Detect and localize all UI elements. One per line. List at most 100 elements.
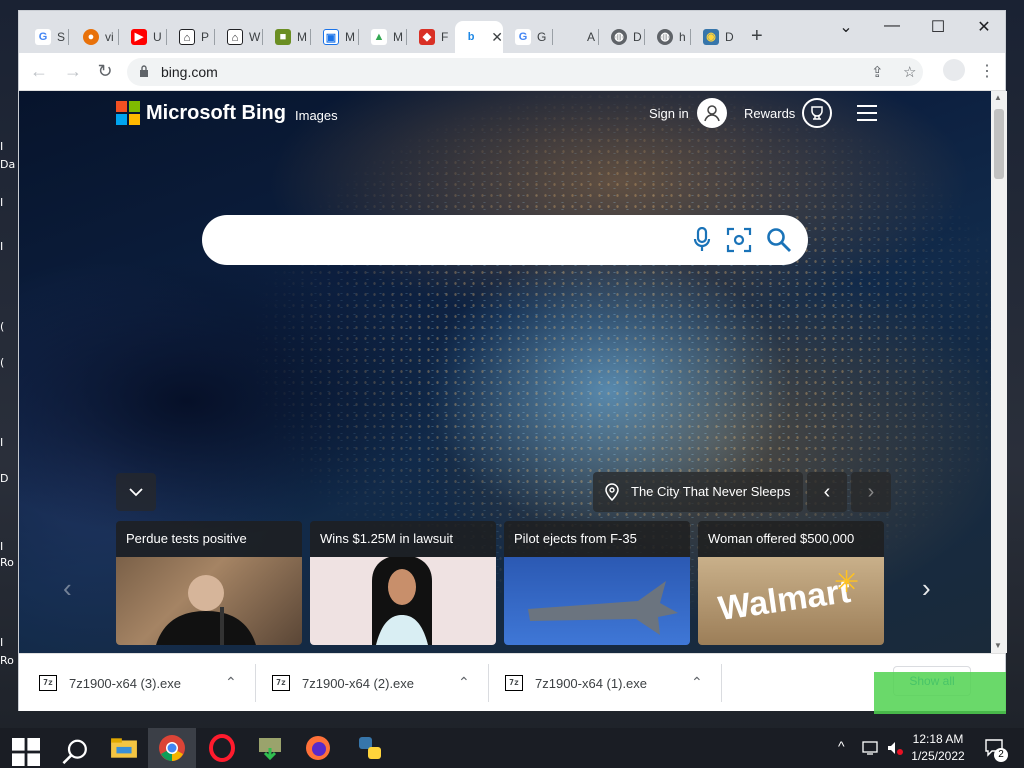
desktop-icon-label[interactable]: ( bbox=[0, 356, 4, 369]
images-link[interactable]: Images bbox=[295, 108, 338, 123]
search-input[interactable] bbox=[202, 215, 808, 265]
scroll-down-icon[interactable]: ▼ bbox=[994, 641, 1002, 650]
back-icon[interactable]: ← bbox=[27, 61, 51, 82]
microphone-icon[interactable] bbox=[692, 227, 712, 253]
tab-label: U bbox=[153, 30, 162, 44]
desktop-icon-label[interactable]: Ro bbox=[0, 556, 14, 569]
desktop-icon-label[interactable]: I bbox=[0, 240, 3, 253]
desktop-icon-label[interactable]: I bbox=[0, 140, 3, 153]
download-item[interactable]: 7z 7z1900-x64 (1).exe bbox=[505, 670, 647, 696]
share-icon[interactable]: ⇪ bbox=[871, 63, 884, 81]
news-next-icon[interactable]: › bbox=[922, 573, 931, 604]
previous-image-button[interactable]: ‹ bbox=[807, 472, 847, 512]
url-text[interactable]: bing.com bbox=[161, 64, 218, 80]
tab-label: vi bbox=[105, 30, 114, 44]
download-item[interactable]: 7z 7z1900-x64 (3).exe bbox=[39, 670, 181, 696]
reload-icon[interactable]: ↻ bbox=[93, 61, 117, 82]
tab-14[interactable]: ◉ D bbox=[691, 21, 741, 53]
desktop-icon-label[interactable]: Ro bbox=[0, 654, 14, 667]
lock-icon[interactable] bbox=[139, 65, 149, 77]
show-hidden-icons-icon[interactable]: ^ bbox=[838, 738, 845, 754]
tab-bing-active[interactable]: b ✕ bbox=[455, 21, 503, 53]
windows-start-icon[interactable] bbox=[12, 738, 40, 766]
firefox-icon[interactable] bbox=[304, 734, 332, 762]
tab-3[interactable]: ⌂ P bbox=[167, 21, 215, 53]
download-filename: 7z1900-x64 (3).exe bbox=[69, 675, 182, 691]
tab-4[interactable]: ⌂ W bbox=[215, 21, 263, 53]
download-item[interactable]: 7z 7z1900-x64 (2).exe bbox=[272, 670, 414, 696]
user-avatar-icon[interactable] bbox=[697, 98, 727, 128]
close-window-icon[interactable]: ✕ bbox=[961, 17, 1007, 37]
desktop-icon-label[interactable]: Da bbox=[0, 158, 15, 171]
tab-12[interactable]: ◍ D bbox=[599, 21, 645, 53]
desktop-icon-label[interactable]: ( bbox=[0, 320, 4, 333]
search-icon[interactable] bbox=[62, 738, 90, 766]
chevron-up-icon[interactable]: ⌃ bbox=[458, 674, 470, 691]
tab-13[interactable]: ◍ h bbox=[645, 21, 691, 53]
desktop-icon-label[interactable]: I bbox=[0, 436, 3, 449]
close-tab-icon[interactable]: ✕ bbox=[491, 29, 503, 46]
scroll-up-icon[interactable]: ▲ bbox=[994, 93, 1002, 102]
next-image-button[interactable]: › bbox=[851, 472, 891, 512]
clock-date[interactable]: 1/25/2022 bbox=[908, 749, 968, 763]
news-card[interactable]: Woman offered $500,000 Walmart ✳ bbox=[698, 521, 884, 645]
chevron-up-icon[interactable]: ⌃ bbox=[691, 674, 703, 691]
bing-logo[interactable]: Microsoft Bing bbox=[116, 101, 286, 125]
tab-11[interactable]: A bbox=[553, 21, 599, 53]
download-separator bbox=[488, 664, 489, 702]
download-separator bbox=[255, 664, 256, 702]
installer-icon[interactable] bbox=[256, 734, 284, 762]
new-tab-icon[interactable]: + bbox=[751, 25, 763, 48]
tab-search-icon[interactable]: ⌄ bbox=[823, 17, 869, 37]
more-menu-icon[interactable]: ⋮ bbox=[979, 61, 995, 81]
desktop-icon-label[interactable]: I bbox=[0, 196, 3, 209]
opera-icon[interactable] bbox=[208, 734, 236, 762]
museum-icon: ⌂ bbox=[227, 29, 243, 45]
brand-text: Microsoft Bing bbox=[146, 101, 286, 124]
news-previous-icon[interactable]: ‹ bbox=[63, 573, 72, 604]
window-icon: ▣ bbox=[323, 29, 339, 45]
tab-label: D bbox=[725, 30, 734, 44]
python-icon[interactable] bbox=[356, 734, 384, 762]
desktop-icon-label[interactable]: I bbox=[0, 636, 3, 649]
sign-in-link[interactable]: Sign in bbox=[649, 106, 689, 121]
tab-6[interactable]: ▣ M bbox=[311, 21, 359, 53]
desktop-icon-label[interactable]: D bbox=[0, 472, 8, 485]
clock-time[interactable]: 12:18 AM bbox=[908, 732, 968, 746]
visual-search-icon[interactable] bbox=[726, 227, 752, 253]
chrome-icon[interactable] bbox=[158, 734, 186, 762]
scrollbar-thumb[interactable] bbox=[994, 109, 1004, 179]
chevron-up-icon[interactable]: ⌃ bbox=[225, 674, 237, 691]
forward-icon[interactable]: → bbox=[61, 61, 85, 82]
overlay-widget[interactable] bbox=[874, 672, 1006, 714]
tab-2[interactable]: ▶ U bbox=[119, 21, 167, 53]
volume-muted-icon[interactable] bbox=[886, 740, 904, 756]
rewards-trophy-icon[interactable] bbox=[802, 98, 832, 128]
collapse-feed-button[interactable] bbox=[116, 473, 156, 511]
tab-1[interactable]: ● vi bbox=[71, 21, 119, 53]
maximize-icon[interactable]: ☐ bbox=[915, 17, 961, 37]
file-explorer-icon[interactable] bbox=[110, 734, 138, 762]
tab-10[interactable]: GG bbox=[503, 21, 553, 53]
address-bar[interactable]: bing.com ⇪ ☆ bbox=[127, 58, 923, 86]
google-drive-icon: ▲ bbox=[371, 29, 387, 45]
tab-0[interactable]: GS bbox=[23, 21, 69, 53]
news-card[interactable]: Pilot ejects from F-35 bbox=[504, 521, 690, 645]
search-icon[interactable] bbox=[766, 227, 792, 253]
walmart-spark-icon: ✳ bbox=[834, 566, 860, 599]
hamburger-menu-icon[interactable] bbox=[857, 105, 877, 126]
tab-8[interactable]: ◆ F bbox=[407, 21, 455, 53]
rewards-link[interactable]: Rewards bbox=[744, 106, 795, 121]
tab-7[interactable]: ▲ M bbox=[359, 21, 407, 53]
flipboard-icon: ◆ bbox=[419, 29, 435, 45]
desktop-icon-label[interactable]: I bbox=[0, 540, 3, 553]
news-card[interactable]: Perdue tests positive bbox=[116, 521, 302, 645]
bookmark-star-icon[interactable]: ☆ bbox=[903, 63, 916, 81]
profile-avatar-icon[interactable] bbox=[943, 59, 965, 81]
tab-5[interactable]: ■ M bbox=[263, 21, 311, 53]
vertical-scrollbar[interactable]: ▲ ▼ bbox=[991, 91, 1007, 653]
network-icon[interactable] bbox=[862, 740, 880, 756]
image-of-the-day-caption[interactable]: The City That Never Sleeps bbox=[593, 472, 803, 512]
minimize-icon[interactable]: — bbox=[869, 17, 915, 35]
news-card[interactable]: Wins $1.25M in lawsuit bbox=[310, 521, 496, 645]
